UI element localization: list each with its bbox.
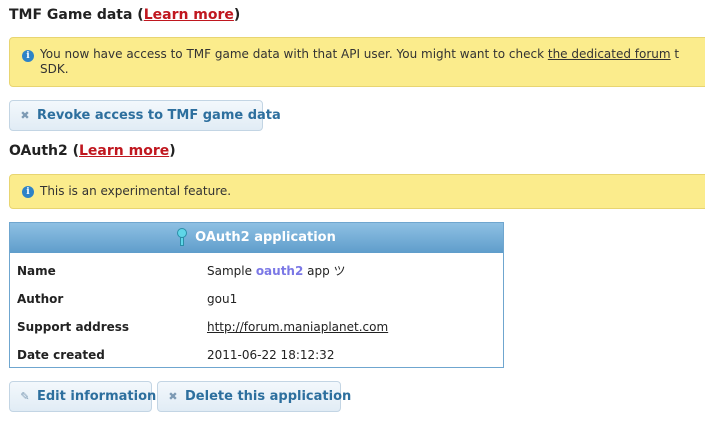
name-value-highlight: oauth2	[255, 264, 304, 278]
name-label: Name	[17, 264, 56, 278]
author-value: gou1	[207, 292, 238, 306]
oauth2-heading-suffix: )	[169, 143, 176, 159]
dedicated-forum-link[interactable]: the dedicated forum	[548, 47, 671, 61]
close-icon: ✖	[20, 109, 30, 122]
info-icon: i	[22, 186, 34, 198]
oauth2-learn-more-link[interactable]: Learn more	[79, 143, 169, 159]
tmf-heading-prefix: TMF Game data (	[9, 7, 144, 23]
date-created-label: Date created	[17, 348, 105, 362]
author-label: Author	[17, 292, 64, 306]
tmf-notice-tail: t	[670, 47, 680, 61]
name-value-prefix: Sample	[207, 264, 256, 278]
table-row-author: Author gou1	[10, 285, 503, 313]
delete-application-button[interactable]: ✖ Delete this application	[157, 381, 351, 412]
support-address-label: Support address	[17, 320, 130, 334]
close-icon: ✖	[168, 390, 178, 403]
name-value: Sample oauth2 app ツ	[207, 257, 346, 285]
support-address-link[interactable]: http://forum.maniaplanet.com	[207, 320, 388, 334]
key-icon	[177, 227, 188, 246]
api-access-page: TMF Game data (Learn more) i You now hav…	[0, 0, 705, 421]
name-value-suffix: app ツ	[303, 264, 346, 278]
experimental-notice-text: This is an experimental feature.	[40, 184, 232, 198]
edit-button-label: Edit information	[37, 389, 157, 404]
delete-button-label: Delete this application	[185, 389, 352, 404]
oauth2-heading-prefix: OAuth2 (	[9, 143, 79, 159]
tmf-section-heading: TMF Game data (Learn more)	[9, 7, 240, 23]
revoke-button-label: Revoke access to TMF game data	[37, 108, 281, 123]
tmf-heading-suffix: )	[233, 7, 241, 23]
date-created-value: 2011-06-22 18:12:32	[207, 348, 335, 362]
pencil-icon: ✎	[20, 390, 30, 403]
tmf-access-notice: i You now have access to TMF game data w…	[9, 37, 705, 87]
edit-information-button[interactable]: ✎ Edit information	[9, 381, 156, 412]
application-header-title: OAuth2 application	[195, 230, 336, 245]
tmf-notice-line2: SDK.	[40, 62, 69, 76]
info-icon: i	[22, 50, 34, 62]
tmf-learn-more-link[interactable]: Learn more	[144, 7, 234, 23]
table-row-date-created: Date created 2011-06-22 18:12:32	[10, 341, 503, 369]
table-row-name: Name Sample oauth2 app ツ	[10, 257, 503, 285]
oauth2-application-table: OAuth2 application Name Sample oauth2 ap…	[9, 222, 504, 368]
application-table-header: OAuth2 application	[10, 223, 503, 253]
tmf-notice-text: You now have access to TMF game data wit…	[40, 47, 705, 77]
tmf-notice-message: You now have access to TMF game data wit…	[40, 47, 548, 61]
revoke-tmf-access-button[interactable]: ✖ Revoke access to TMF game data	[9, 100, 281, 131]
oauth2-section-heading: OAuth2 (Learn more)	[9, 143, 176, 159]
table-row-support-address: Support address http://forum.maniaplanet…	[10, 313, 503, 341]
experimental-notice: i This is an experimental feature.	[9, 174, 705, 209]
support-address-value: http://forum.maniaplanet.com	[207, 313, 388, 341]
